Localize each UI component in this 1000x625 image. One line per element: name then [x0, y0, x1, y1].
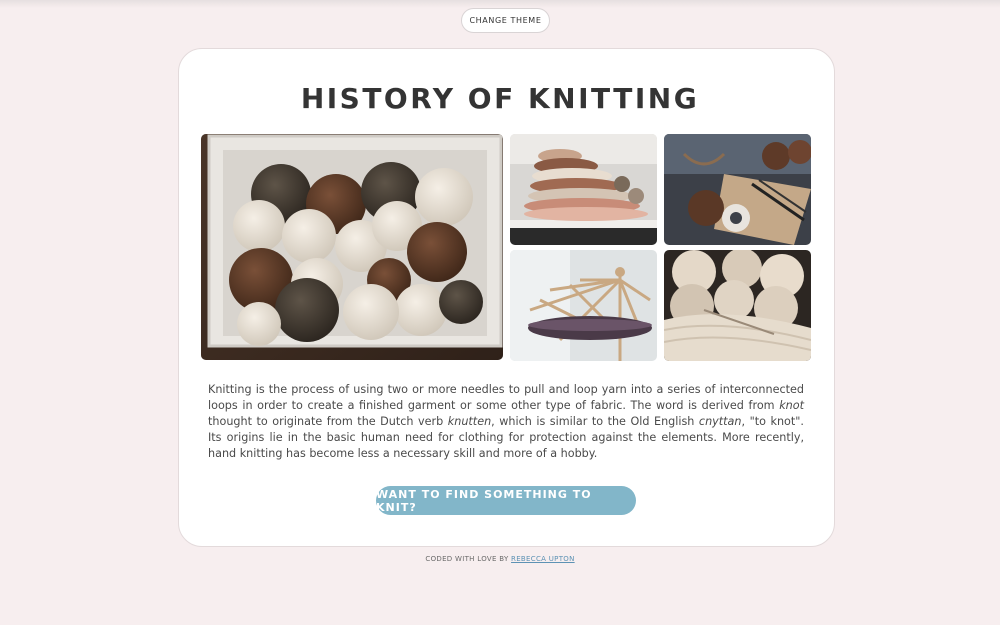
description-paragraph: Knitting is the process of using two or …	[208, 383, 804, 460]
yarn-box-photo	[201, 134, 503, 360]
yarn-shelf-photo	[510, 134, 657, 245]
knitted-fabric-photo	[664, 250, 811, 361]
author-link[interactable]: REBECCA UPTON	[511, 555, 575, 563]
knitting-tools-photo	[664, 134, 811, 245]
change-theme-button[interactable]: CHANGE THEME	[461, 8, 550, 33]
footer-credit: CODED WITH LOVE BY REBECCA UPTON	[0, 555, 1000, 563]
page-title: HISTORY OF KNITTING	[300, 82, 700, 115]
footer-prefix: CODED WITH LOVE BY	[425, 555, 512, 563]
find-something-to-knit-button[interactable]: WANT TO FIND SOMETHING TO KNIT?	[376, 486, 636, 515]
top-shadow	[0, 0, 1000, 8]
yarn-swift-photo	[510, 250, 657, 361]
